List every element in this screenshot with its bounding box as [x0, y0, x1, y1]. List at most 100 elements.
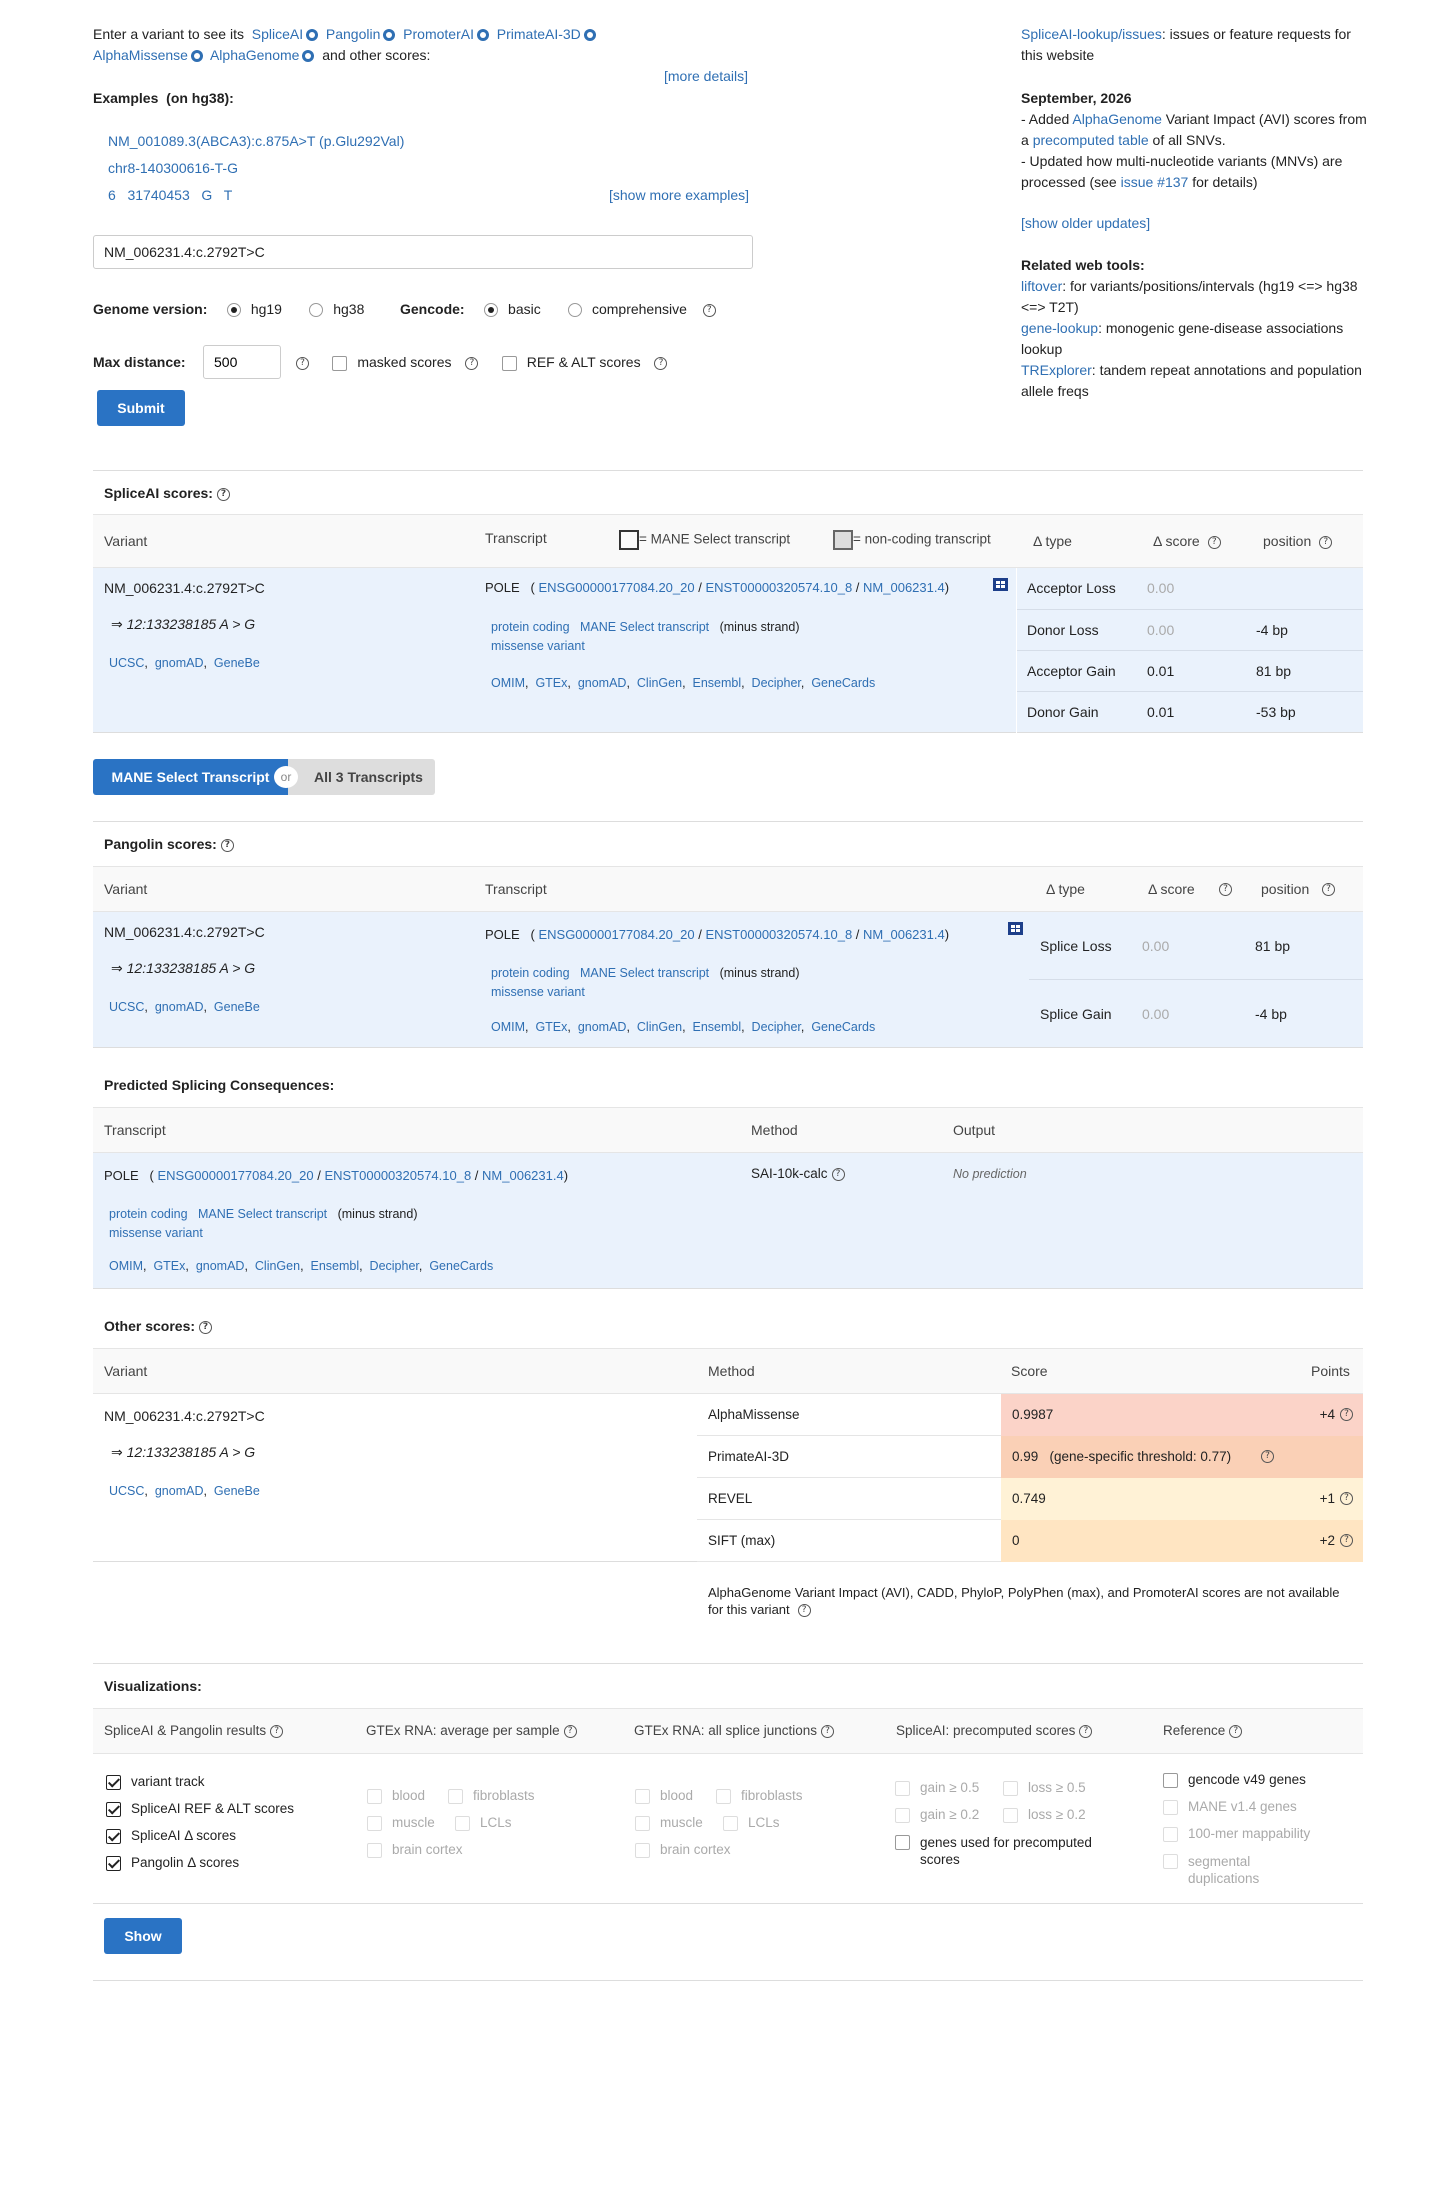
pangolin-link[interactable]: Pangolin: [326, 26, 381, 42]
ucsc-link[interactable]: UCSC: [109, 1000, 144, 1014]
show-more-examples-link[interactable]: [show more examples]: [609, 187, 749, 203]
nm-link[interactable]: NM_006231.4: [863, 580, 945, 595]
help-icon[interactable]: ?: [821, 1724, 835, 1738]
more-details-link[interactable]: [more details]: [664, 68, 748, 84]
github-icon[interactable]: [476, 29, 489, 42]
hg38-radio[interactable]: [309, 303, 324, 318]
table-icon[interactable]: [1008, 922, 1023, 935]
help-icon[interactable]: ?: [199, 1320, 213, 1334]
comprehensive-radio[interactable]: [567, 303, 582, 318]
help-icon[interactable]: ?: [216, 487, 230, 501]
github-icon[interactable]: [190, 50, 203, 63]
gtex-avg-lcls-checkbox[interactable]: [455, 1815, 470, 1831]
example-1[interactable]: NM_001089.3(ABCA3):c.875A>T (p.Glu292Val…: [108, 133, 404, 149]
promoterai-link[interactable]: PromoterAI: [403, 26, 474, 42]
gtex-avg-muscle-checkbox[interactable]: [367, 1815, 382, 1831]
protein-coding-link[interactable]: protein coding: [491, 620, 570, 634]
help-icon[interactable]: ?: [1340, 1492, 1353, 1505]
help-icon[interactable]: ?: [654, 356, 668, 370]
example-2[interactable]: chr8-140300616-T-G: [108, 160, 238, 176]
masked-scores-checkbox[interactable]: [332, 355, 348, 371]
gtex-junc-fibroblasts-checkbox[interactable]: [716, 1788, 731, 1804]
gencode-genes-checkbox[interactable]: [1163, 1772, 1178, 1788]
segdup-checkbox[interactable]: [1163, 1854, 1178, 1869]
mane-select-link[interactable]: MANE Select transcript: [580, 620, 709, 634]
alphamissense-link[interactable]: AlphaMissense: [93, 47, 188, 63]
help-icon[interactable]: ?: [1322, 883, 1335, 896]
help-icon[interactable]: ?: [702, 303, 716, 317]
nm-link[interactable]: NM_006231.4: [863, 927, 945, 942]
liftover-link[interactable]: liftover: [1021, 278, 1062, 294]
help-icon[interactable]: ?: [296, 356, 309, 370]
ensg-link[interactable]: ENSG00000177084.20_20: [538, 927, 694, 942]
help-icon[interactable]: ?: [220, 838, 234, 852]
hg19-radio[interactable]: [226, 303, 241, 318]
help-icon[interactable]: ?: [1229, 1724, 1243, 1738]
help-icon[interactable]: ?: [465, 356, 479, 370]
gtex-avg-fibroblasts-checkbox[interactable]: [448, 1788, 463, 1804]
github-icon[interactable]: [383, 29, 396, 42]
spliceai-link[interactable]: SpliceAI: [252, 26, 303, 42]
help-icon[interactable]: ?: [1261, 1450, 1274, 1463]
show-button[interactable]: Show: [104, 1918, 182, 1954]
gain-02-checkbox[interactable]: [895, 1807, 910, 1823]
help-icon[interactable]: ?: [270, 1724, 284, 1738]
enst-link[interactable]: ENST00000320574.10_8: [705, 580, 852, 595]
precomputed-table-link[interactable]: precomputed table: [1033, 132, 1149, 148]
loss-05-checkbox[interactable]: [1003, 1780, 1018, 1796]
enst-link[interactable]: ENST00000320574.10_8: [705, 927, 852, 942]
spliceai-delta-checkbox[interactable]: [106, 1828, 121, 1844]
submit-button[interactable]: Submit: [97, 390, 185, 426]
gtex-junc-lcls-checkbox[interactable]: [723, 1815, 738, 1831]
gtex-junc-brain-checkbox[interactable]: [635, 1842, 650, 1858]
pangolin-delta-checkbox[interactable]: [106, 1855, 121, 1871]
genebe-link[interactable]: GeneBe: [214, 1000, 260, 1014]
genebe-link[interactable]: GeneBe: [214, 656, 260, 670]
help-icon[interactable]: ?: [1207, 535, 1221, 549]
help-icon[interactable]: ?: [1319, 535, 1333, 549]
mappability-checkbox[interactable]: [1163, 1826, 1178, 1842]
gtex-junc-blood-checkbox[interactable]: [635, 1788, 650, 1804]
variant-track-checkbox[interactable]: [106, 1774, 121, 1790]
help-icon[interactable]: ?: [797, 1604, 811, 1618]
gene-lookup-link[interactable]: gene-lookup: [1021, 320, 1098, 336]
missense-link[interactable]: missense variant: [491, 639, 585, 653]
loss-02-checkbox[interactable]: [1003, 1807, 1018, 1823]
help-icon[interactable]: ?: [1340, 1534, 1353, 1547]
gtex-avg-blood-checkbox[interactable]: [367, 1788, 382, 1804]
show-older-updates-link[interactable]: [show older updates]: [1021, 213, 1371, 234]
gtex-avg-brain-checkbox[interactable]: [367, 1842, 382, 1858]
github-icon[interactable]: [302, 50, 315, 63]
gain-05-checkbox[interactable]: [895, 1780, 910, 1796]
variant-search-input[interactable]: [93, 235, 753, 269]
issue-137-link[interactable]: issue #137: [1121, 174, 1189, 190]
github-icon[interactable]: [306, 29, 319, 42]
max-distance-input[interactable]: [203, 345, 281, 379]
issues-link[interactable]: SpliceAI-lookup/issues: [1021, 26, 1162, 42]
alphagenome-news-link[interactable]: AlphaGenome: [1072, 111, 1162, 127]
mane-select-toggle[interactable]: MANE Select Transcript: [93, 759, 288, 795]
genes-precomputed-checkbox[interactable]: [895, 1835, 910, 1850]
help-icon[interactable]: ?: [1079, 1724, 1093, 1738]
help-icon[interactable]: ?: [831, 1167, 845, 1181]
table-icon[interactable]: [993, 578, 1008, 591]
ref-alt-checkbox[interactable]: [501, 355, 517, 371]
spliceai-ref-alt-checkbox[interactable]: [106, 1801, 121, 1817]
all-transcripts-toggle[interactable]: All 3 Transcripts: [288, 759, 435, 795]
example-3[interactable]: 6 31740453 G T: [108, 187, 232, 203]
basic-radio[interactable]: [484, 303, 499, 318]
gnomad-link[interactable]: gnomAD: [155, 656, 204, 670]
help-icon[interactable]: ?: [563, 1724, 577, 1738]
max-distance-row: Max distance:: [93, 354, 186, 370]
gnomad-link[interactable]: gnomAD: [155, 1000, 204, 1014]
ucsc-link[interactable]: UCSC: [109, 656, 144, 670]
mane-genes-checkbox[interactable]: [1163, 1799, 1178, 1815]
ensg-link[interactable]: ENSG00000177084.20_20: [538, 580, 694, 595]
gtex-junc-muscle-checkbox[interactable]: [635, 1815, 650, 1831]
help-icon[interactable]: ?: [1340, 1408, 1353, 1421]
help-icon[interactable]: ?: [1219, 883, 1232, 896]
github-icon[interactable]: [583, 29, 596, 42]
alphagenome-link[interactable]: AlphaGenome: [210, 47, 300, 63]
primateai-link[interactable]: PrimateAI-3D: [497, 26, 581, 42]
trexplorer-link[interactable]: TRExplorer: [1021, 362, 1092, 378]
